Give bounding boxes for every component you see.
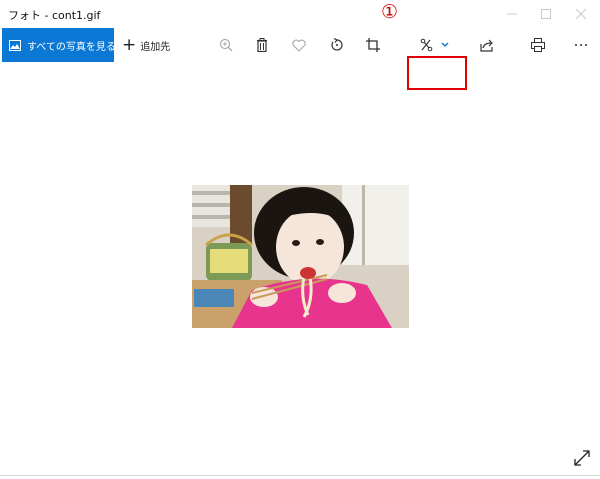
delete-icon[interactable] [252, 35, 272, 55]
edit-highlight-box [407, 56, 467, 90]
chevron-down-icon [441, 42, 449, 47]
crop-icon[interactable] [363, 35, 383, 55]
print-icon[interactable] [528, 35, 548, 55]
add-label: 追加先 [140, 41, 171, 53]
toolbar: すべての写真を見る + 追加先 [0, 28, 600, 90]
minimize-icon[interactable] [497, 4, 527, 24]
maximize-icon[interactable] [531, 4, 561, 24]
view-all-photos-button[interactable]: すべての写真を見る [2, 28, 114, 62]
more-icon[interactable] [571, 35, 591, 55]
view-all-label: すべての写真を見る [27, 41, 114, 53]
displayed-photo [192, 185, 409, 328]
title-bar: フォト - cont1.gif ① [0, 0, 600, 28]
edit-icon[interactable] [420, 35, 450, 55]
favorite-icon[interactable] [289, 35, 309, 55]
annotation-marker: ① [381, 1, 399, 23]
plus-icon: + [122, 34, 137, 55]
add-to-button[interactable]: + 追加先 [122, 28, 170, 62]
zoom-icon[interactable] [216, 35, 236, 55]
bottom-divider [0, 475, 600, 476]
expand-icon[interactable] [573, 449, 591, 467]
share-icon[interactable] [477, 35, 497, 55]
rotate-icon[interactable] [327, 35, 347, 55]
window-title: フォト - cont1.gif [8, 9, 101, 22]
photos-icon [9, 39, 21, 51]
close-icon[interactable] [566, 4, 596, 24]
